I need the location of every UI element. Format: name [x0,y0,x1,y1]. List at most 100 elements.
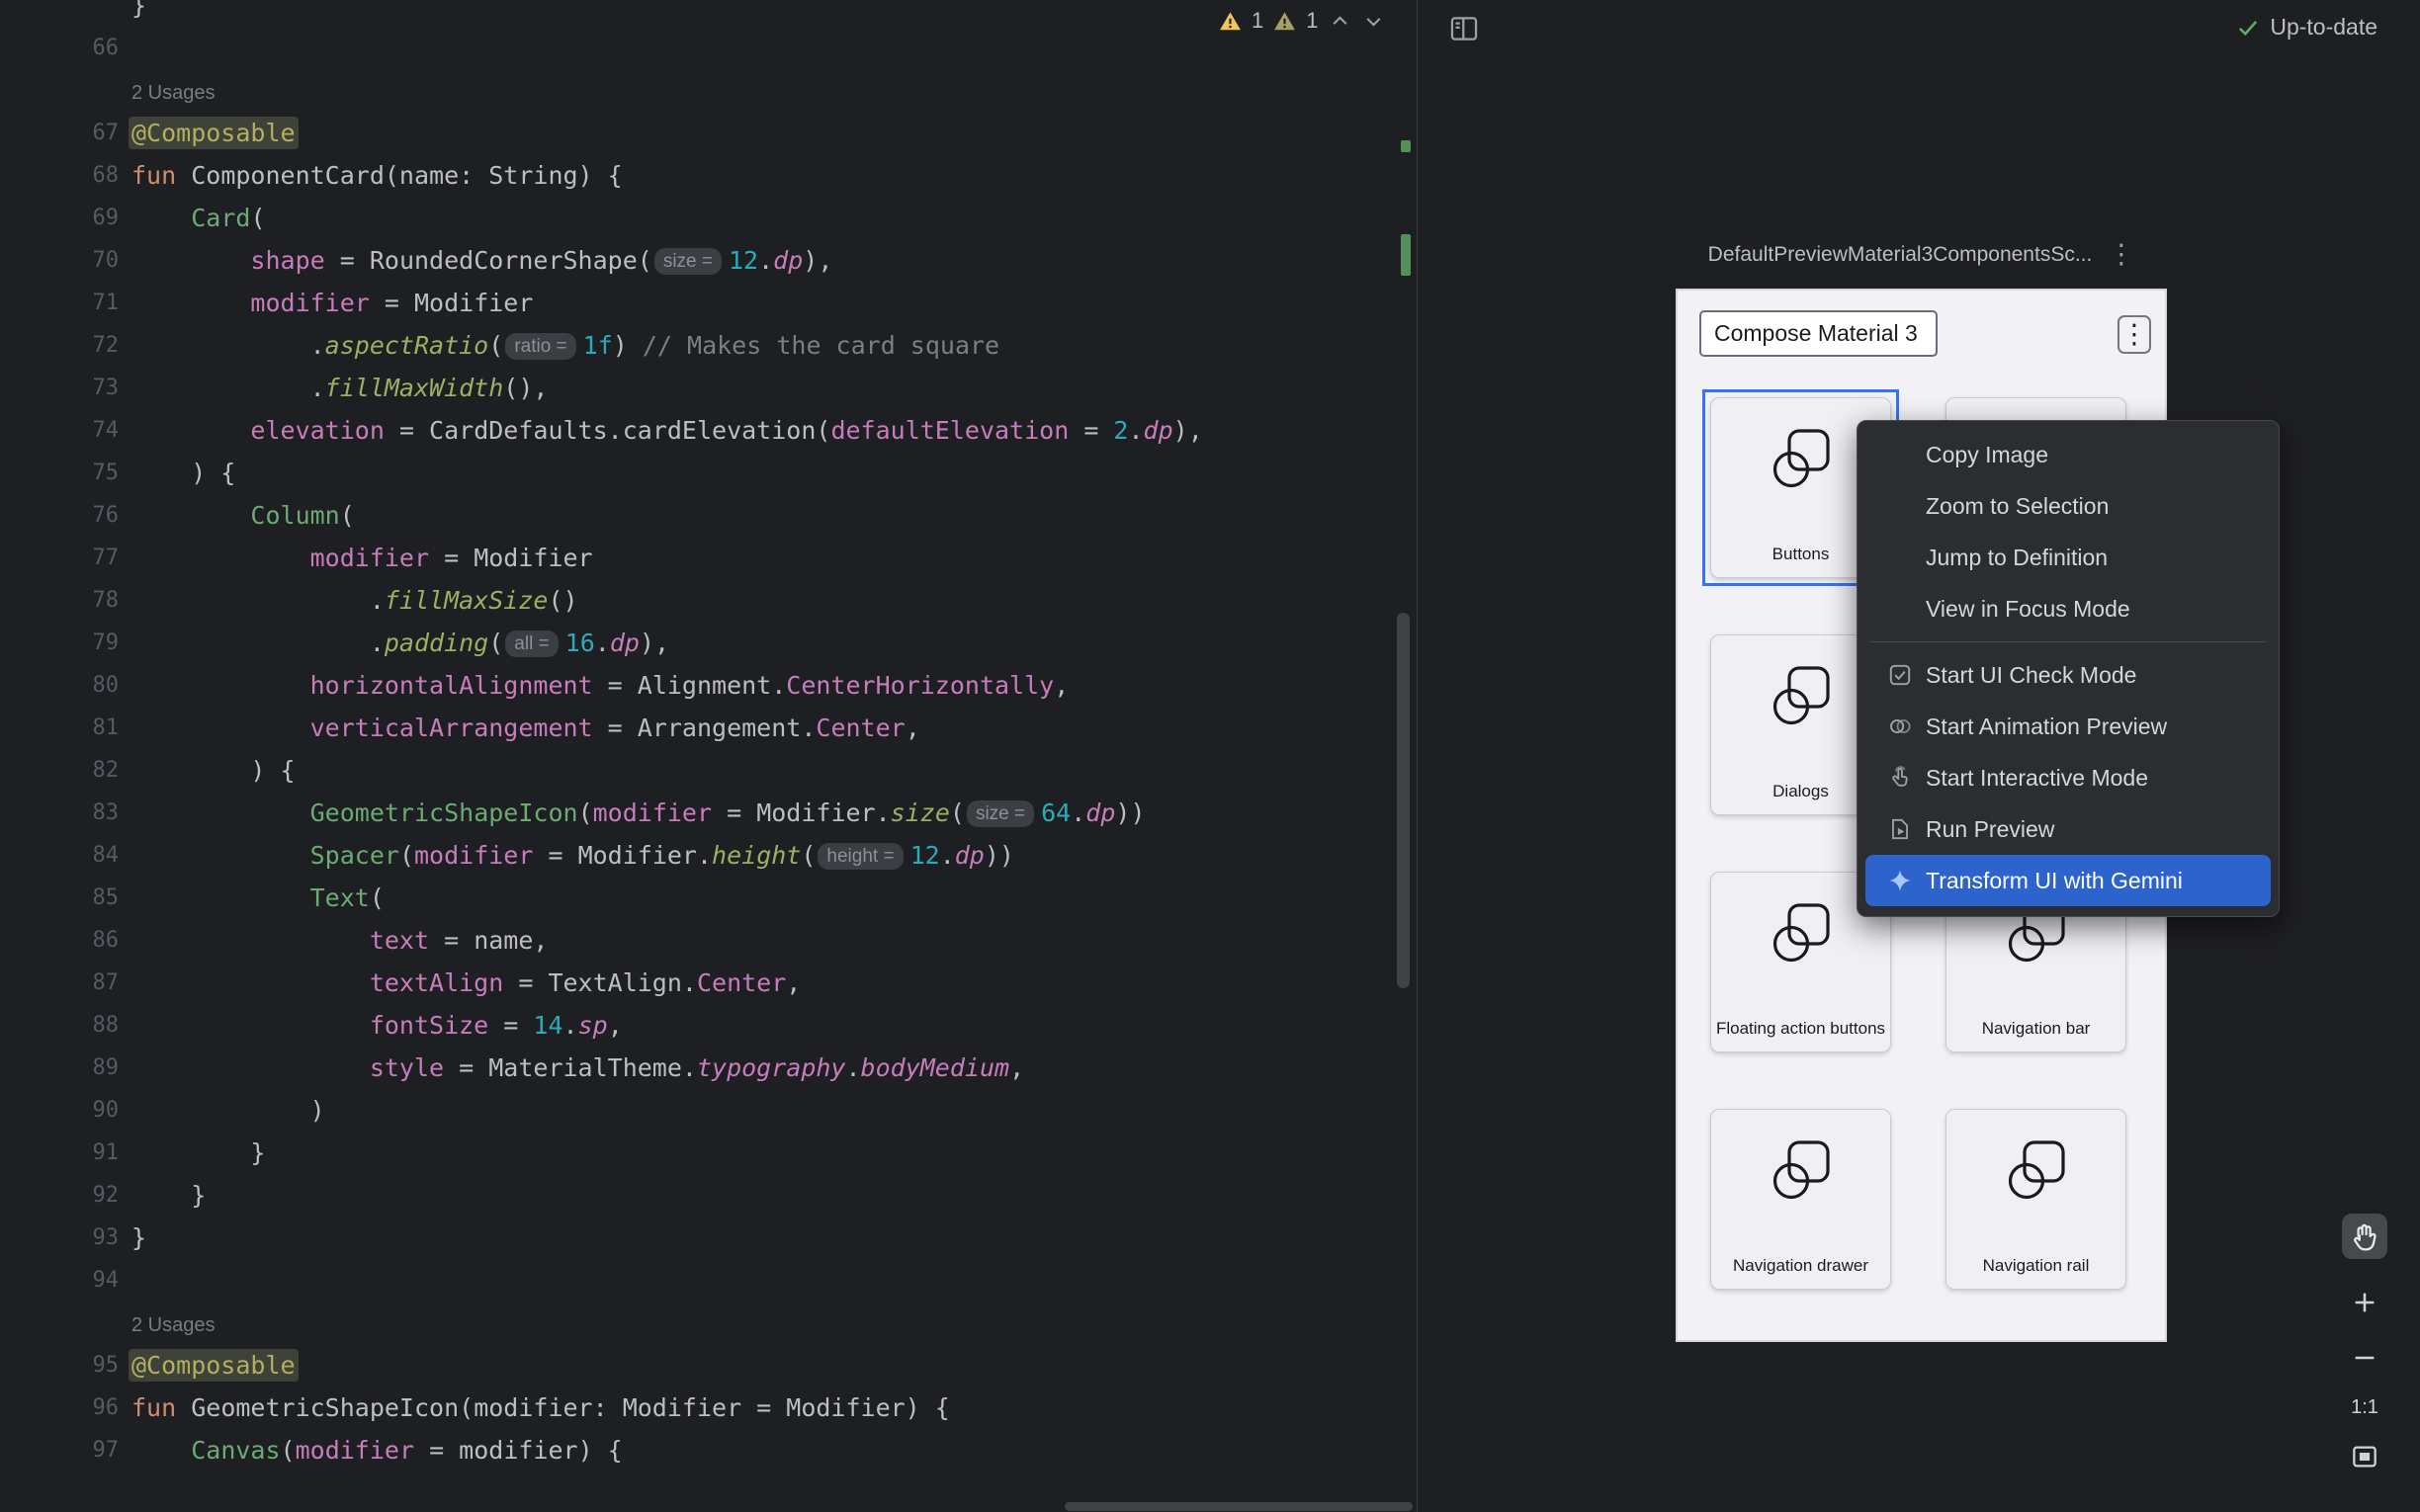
zoom-in-button[interactable] [2339,1285,2390,1320]
code-line[interactable]: 73 .fillMaxWidth(), [0,367,1416,409]
code-line[interactable]: 78 .fillMaxSize() [0,579,1416,622]
code-line[interactable]: 88 fontSize = 14.sp, [0,1004,1416,1047]
code-line[interactable]: 75 ) { [0,452,1416,494]
code-line[interactable]: 97 Canvas(modifier = modifier) { [0,1429,1416,1471]
code-line[interactable]: 68fun ComponentCard(name: String) { [0,154,1416,197]
editor-vertical-scrollbar[interactable] [1397,613,1410,988]
weak-warning-icon[interactable] [1272,9,1297,34]
line-number[interactable]: 96 [0,1386,119,1429]
line-number[interactable]: 70 [0,239,119,282]
menu-item-start-interactive-mode[interactable]: Start Interactive Mode [1858,752,2279,803]
line-number[interactable]: 87 [0,962,119,1004]
line-number[interactable]: 93 [0,1217,119,1259]
code-line[interactable]: 83 GeometricShapeIcon(modifier = Modifie… [0,792,1416,834]
code-line[interactable]: 74 elevation = CardDefaults.cardElevatio… [0,409,1416,452]
line-number[interactable]: 97 [0,1429,119,1471]
code-editor[interactable]: }66 2 Usages 67@Composable68fun ComponentC… [0,0,1416,1512]
line-number[interactable] [0,1302,119,1344]
code-line[interactable]: } [0,0,1416,27]
line-number[interactable]: 66 [0,27,119,69]
code-line[interactable]: 76 Column( [0,494,1416,537]
chevron-up-icon[interactable] [1328,9,1352,34]
line-number[interactable]: 85 [0,877,119,919]
menu-item-start-ui-check-mode[interactable]: Start UI Check Mode [1858,649,2279,701]
code-line[interactable]: 87 textAlign = TextAlign.Center, [0,962,1416,1004]
line-number[interactable] [0,69,119,112]
zoom-actual-button[interactable]: 1:1 [2339,1391,2390,1423]
code-line[interactable]: 69 Card( [0,197,1416,239]
code-line[interactable]: 70 shape = RoundedCornerShape(size =12.d… [0,239,1416,282]
code-line[interactable]: 92 } [0,1174,1416,1217]
code-line[interactable]: 72 .aspectRatio(ratio =1f) // Makes the … [0,324,1416,367]
line-number[interactable]: 71 [0,282,119,324]
pan-tool-button[interactable] [2339,1213,2390,1260]
code-line[interactable]: 95@Composable [0,1344,1416,1386]
code-line[interactable]: 71 modifier = Modifier [0,282,1416,324]
menu-item-transform-ui-with-gemini[interactable]: Transform UI with Gemini [1865,855,2271,906]
line-number[interactable]: 77 [0,537,119,579]
code-line[interactable]: 89 style = MaterialTheme.typography.body… [0,1047,1416,1089]
line-number[interactable]: 83 [0,792,119,834]
menu-item-view-in-focus-mode[interactable]: View in Focus Mode [1858,583,2279,634]
line-number[interactable]: 68 [0,154,119,197]
code-line[interactable]: 96fun GeometricShapeIcon(modifier: Modif… [0,1386,1416,1429]
code-line[interactable]: 67@Composable [0,112,1416,154]
menu-item-zoom-to-selection[interactable]: Zoom to Selection [1858,480,2279,532]
zoom-out-button[interactable] [2339,1340,2390,1376]
line-number[interactable]: 95 [0,1344,119,1386]
code-line[interactable]: 66 [0,27,1416,69]
line-number[interactable]: 89 [0,1047,119,1089]
code-line[interactable]: 2 Usages [0,69,1416,112]
code-line[interactable]: 90 ) [0,1089,1416,1132]
menu-item-start-animation-preview[interactable]: Start Animation Preview [1858,701,2279,752]
code-line[interactable]: 91 } [0,1132,1416,1174]
line-number[interactable]: 92 [0,1174,119,1217]
line-number[interactable]: 76 [0,494,119,537]
line-number[interactable]: 94 [0,1259,119,1302]
warning-icon[interactable] [1218,9,1243,34]
line-number[interactable]: 72 [0,324,119,367]
line-number[interactable]: 88 [0,1004,119,1047]
menu-item-jump-to-definition[interactable]: Jump to Definition [1858,532,2279,583]
code-line[interactable]: 84 Spacer(modifier = Modifier.height(hei… [0,834,1416,877]
code-line[interactable]: 82 ) { [0,749,1416,792]
preview-layout-icon[interactable] [1447,12,1481,45]
code-line[interactable]: 94 [0,1259,1416,1302]
code-line[interactable]: 81 verticalArrangement = Arrangement.Cen… [0,707,1416,749]
line-number[interactable]: 91 [0,1132,119,1174]
line-number[interactable]: 78 [0,579,119,622]
usages-hint[interactable]: 2 Usages [131,82,216,104]
line-number[interactable]: 73 [0,367,119,409]
preview-textfield[interactable]: Compose Material 3 [1699,310,1938,357]
line-number[interactable]: 69 [0,197,119,239]
code-line[interactable]: 93} [0,1217,1416,1259]
preview-card-navigation-drawer[interactable]: Navigation drawer [1710,1109,1891,1290]
code-line[interactable]: 86 text = name, [0,919,1416,962]
line-number[interactable]: 75 [0,452,119,494]
code-line[interactable]: 80 horizontalAlignment = Alignment.Cente… [0,664,1416,707]
code-text: 2 Usages [119,69,216,112]
line-number[interactable]: 86 [0,919,119,962]
line-number[interactable]: 82 [0,749,119,792]
chevron-down-icon[interactable] [1361,9,1386,34]
line-number[interactable]: 79 [0,622,119,664]
usages-hint[interactable]: 2 Usages [131,1314,216,1336]
line-number[interactable]: 67 [0,112,119,154]
menu-item-copy-image[interactable]: Copy Image [1858,429,2279,480]
preview-overflow-button[interactable]: ⋮ [2118,315,2151,354]
code-line[interactable]: 2 Usages [0,1302,1416,1344]
code-line[interactable]: 79 .padding(all =16.dp), [0,622,1416,664]
line-number[interactable]: 80 [0,664,119,707]
line-number[interactable]: 81 [0,707,119,749]
preview-card-navigation-rail[interactable]: Navigation rail [1945,1109,2126,1290]
line-number[interactable]: 84 [0,834,119,877]
editor-horizontal-scrollbar[interactable] [1065,1502,1413,1511]
menu-item-run-preview[interactable]: Run Preview [1858,803,2279,855]
code-line[interactable]: 85 Text( [0,877,1416,919]
code-line[interactable]: 77 modifier = Modifier [0,537,1416,579]
kebab-menu-icon[interactable]: ⋮ [2108,241,2134,268]
line-number[interactable]: 90 [0,1089,119,1132]
zoom-to-fit-button[interactable] [2339,1439,2390,1474]
line-number[interactable] [0,0,119,27]
line-number[interactable]: 74 [0,409,119,452]
